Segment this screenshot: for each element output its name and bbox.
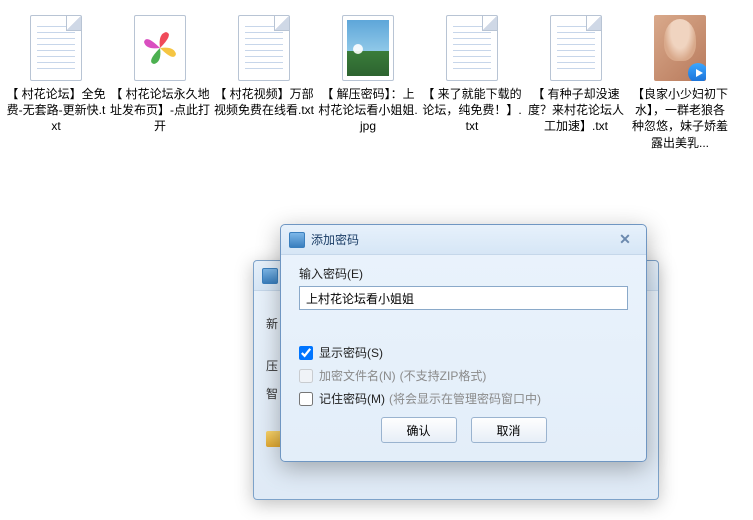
jpg-file-icon <box>338 12 398 84</box>
play-icon <box>688 63 706 81</box>
remember-password-row[interactable]: 记住密码(M) (将会显示在管理密码窗口中) <box>299 390 628 407</box>
file-item[interactable]: 【 村花论坛】全免费-无套路-更新快.txt <box>4 8 108 155</box>
encrypt-filenames-hint: (不支持ZIP格式) <box>400 367 487 384</box>
remember-password-checkbox[interactable] <box>299 392 313 406</box>
remember-password-label: 记住密码(M) <box>319 390 385 407</box>
file-item[interactable]: 【 村花论坛永久地址发布页】-点此打开 <box>108 8 212 155</box>
show-password-checkbox[interactable] <box>299 346 313 360</box>
ok-button[interactable]: 确认 <box>381 417 457 443</box>
show-password-label: 显示密码(S) <box>319 344 383 361</box>
encrypt-filenames-label: 加密文件名(N) <box>319 367 396 384</box>
txt-file-icon <box>546 12 606 84</box>
close-icon[interactable]: ✕ <box>612 231 638 249</box>
file-label: 【 村花论坛永久地址发布页】-点此打开 <box>110 86 210 135</box>
file-item[interactable]: 【 来了就能下载的论坛，纯免费！】.txt <box>420 8 524 155</box>
parent-label-compress: 压 <box>266 357 278 374</box>
remember-password-hint: (将会显示在管理密码窗口中) <box>389 390 541 407</box>
app-icon <box>262 268 278 284</box>
file-item[interactable]: 【 解压密码】：上村花论坛看小姐姐.jpg <box>316 8 420 155</box>
dialog-buttons: 确认 取消 <box>299 407 628 447</box>
file-label: 【 有种子却没速度？来村花论坛人工加速】.txt <box>526 86 626 135</box>
file-item[interactable]: 【 村花视频】万部视频免费在线看.txt <box>212 8 316 155</box>
txt-file-icon <box>442 12 502 84</box>
password-input[interactable] <box>299 286 628 310</box>
file-label: 【 村花视频】万部视频免费在线看.txt <box>214 86 314 118</box>
file-label: 【 村花论坛】全免费-无套路-更新快.txt <box>6 86 106 135</box>
cancel-button[interactable]: 取消 <box>471 417 547 443</box>
txt-file-icon <box>26 12 86 84</box>
file-grid: 【 村花论坛】全免费-无套路-更新快.txt【 村花论坛永久地址发布页】-点此打… <box>0 0 753 163</box>
txt-file-icon <box>234 12 294 84</box>
parent-label-new: 新 <box>266 315 278 332</box>
shortcut-icon <box>130 12 190 84</box>
encrypt-filenames-checkbox <box>299 369 313 383</box>
dialog-title: 添加密码 <box>311 231 612 248</box>
parent-label-smart: 智 <box>266 385 278 402</box>
file-label: 【 来了就能下载的论坛，纯免费！】.txt <box>422 86 522 135</box>
show-password-row[interactable]: 显示密码(S) <box>299 344 628 361</box>
video-thumbnail-icon <box>650 12 710 84</box>
dialog-body: 输入密码(E) 显示密码(S) 加密文件名(N) (不支持ZIP格式) 记住密码… <box>281 255 646 461</box>
app-icon <box>289 232 305 248</box>
file-label: 【良家小少妇初下水】，一群老狼各种忽悠，妹子娇羞露出美乳... <box>630 86 730 151</box>
file-label: 【 解压密码】：上村花论坛看小姐姐.jpg <box>318 86 418 135</box>
dialog-titlebar[interactable]: 添加密码 ✕ <box>281 225 646 255</box>
password-label: 输入密码(E) <box>299 265 628 282</box>
encrypt-filenames-row[interactable]: 加密文件名(N) (不支持ZIP格式) <box>299 367 628 384</box>
file-item[interactable]: 【良家小少妇初下水】，一群老狼各种忽悠，妹子娇羞露出美乳... <box>628 8 732 155</box>
add-password-dialog: 添加密码 ✕ 输入密码(E) 显示密码(S) 加密文件名(N) (不支持ZIP格… <box>280 224 647 462</box>
file-item[interactable]: 【 有种子却没速度？来村花论坛人工加速】.txt <box>524 8 628 155</box>
